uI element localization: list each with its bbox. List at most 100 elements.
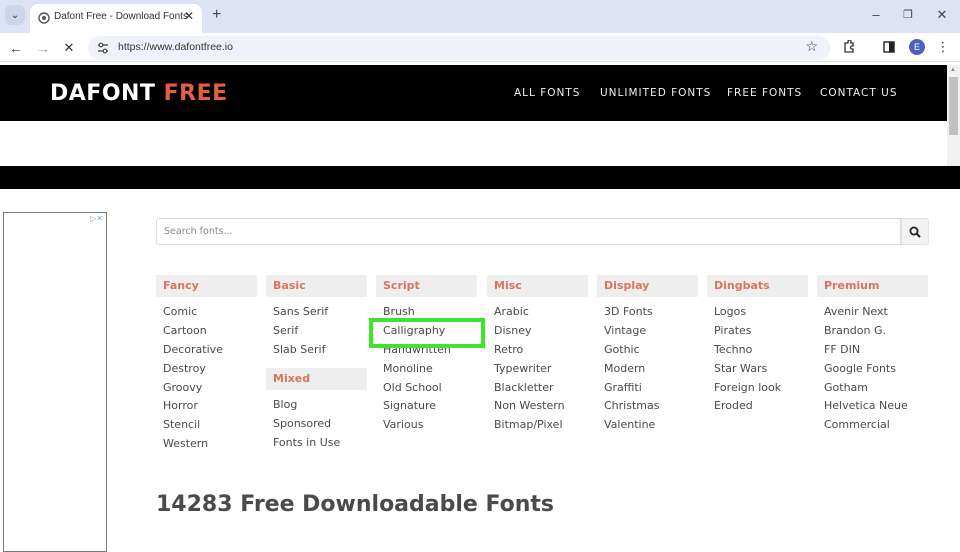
category-link[interactable]: Vintage (604, 322, 698, 341)
profile-avatar[interactable]: E (909, 39, 925, 55)
stop-loading-button[interactable]: ✕ (59, 38, 79, 58)
category-link[interactable]: Bitmap/Pixel (494, 416, 588, 435)
page-scrollbar[interactable]: ▲ (947, 65, 960, 166)
category-link[interactable]: Valentine (604, 416, 698, 435)
category-header[interactable]: Display (597, 275, 698, 297)
category-premium: Premium Avenir Next Brandon G. FF DIN Go… (817, 275, 928, 435)
globe-icon (38, 12, 50, 24)
category-link[interactable]: Christmas (604, 397, 698, 416)
category-link[interactable]: Brandon G. (824, 322, 928, 341)
category-link[interactable]: Star Wars (714, 360, 808, 379)
category-link[interactable]: Avenir Next (824, 303, 928, 322)
category-link[interactable]: Cartoon (163, 322, 257, 341)
category-header[interactable]: Script (376, 275, 477, 297)
search-button[interactable] (901, 218, 929, 245)
category-link[interactable]: Monoline (383, 360, 477, 379)
category-link[interactable]: Western (163, 435, 257, 454)
bookmark-star-icon[interactable]: ☆ (805, 38, 818, 55)
category-link[interactable]: Foreign look (714, 379, 808, 398)
url-text[interactable]: https://www.dafontfree.io (118, 41, 233, 53)
browser-toolbar: ← → ✕ https://www.dafontfree.io ☆ ⋮ (0, 33, 960, 62)
ad-banner-strip (0, 166, 960, 189)
category-link[interactable]: Blackletter (494, 379, 588, 398)
tab-close-icon[interactable]: ✕ (182, 9, 196, 23)
category-link[interactable]: Blog (273, 396, 367, 415)
category-link[interactable]: Modern (604, 360, 698, 379)
category-mixed: Mixed Blog Sponsored Fonts in Use (266, 368, 367, 453)
category-fancy: Fancy Comic Cartoon Decorative Destroy G… (156, 275, 257, 454)
category-link[interactable]: Sans Serif (273, 303, 367, 322)
category-link[interactable]: Arabic (494, 303, 588, 322)
page-heading: 14283 Free Downloadable Fonts (156, 492, 555, 517)
nav-free-fonts[interactable]: FREE FONTS (727, 87, 802, 99)
category-link[interactable]: Groovy (163, 379, 257, 398)
category-link[interactable]: Horror (163, 397, 257, 416)
search-input[interactable] (156, 218, 901, 245)
category-link[interactable]: Signature (383, 397, 477, 416)
search-icon (909, 226, 921, 238)
category-link[interactable]: Helvetica Neue (824, 397, 928, 416)
category-link[interactable]: Fonts in Use (273, 434, 367, 453)
category-header[interactable]: Premium (817, 275, 928, 297)
category-header[interactable]: Fancy (156, 275, 257, 297)
category-link[interactable]: Destroy (163, 360, 257, 379)
site-logo[interactable]: DAFONT FREE (50, 81, 228, 106)
category-link[interactable]: Non Western (494, 397, 588, 416)
chevron-down-icon: ⌄ (10, 9, 20, 21)
forward-button[interactable]: → (33, 38, 53, 58)
nav-all-fonts[interactable]: ALL FONTS (514, 87, 580, 99)
category-link[interactable]: Google Fonts (824, 360, 928, 379)
site-info-icon[interactable] (96, 41, 110, 55)
category-link[interactable]: Disney (494, 322, 588, 341)
category-header[interactable]: Dingbats (707, 275, 808, 297)
category-link[interactable]: Typewriter (494, 360, 588, 379)
scrollbar-thumb[interactable] (949, 77, 958, 135)
category-link[interactable]: Brush (383, 303, 477, 322)
category-display: Display 3D Fonts Vintage Gothic Modern G… (597, 275, 698, 435)
category-link[interactable]: Various (383, 416, 477, 435)
category-link[interactable]: Pirates (714, 322, 808, 341)
category-link[interactable]: Handwritten (383, 341, 477, 360)
new-tab-button[interactable]: + (212, 6, 221, 24)
category-basic: Basic Sans Serif Serif Slab Serif (266, 275, 367, 360)
category-link[interactable]: Graffiti (604, 379, 698, 398)
address-bar[interactable]: https://www.dafontfree.io ☆ (88, 36, 830, 60)
category-link[interactable]: 3D Fonts (604, 303, 698, 322)
category-link[interactable]: FF DIN (824, 341, 928, 360)
nav-contact-us[interactable]: CONTACT US (820, 87, 897, 99)
font-search (156, 218, 929, 245)
more-menu-icon[interactable]: ⋮ (934, 38, 952, 56)
category-link[interactable]: Serif (273, 322, 367, 341)
category-dingbats: Dingbats Logos Pirates Techno Star Wars … (707, 275, 808, 416)
category-link[interactable]: Sponsored (273, 415, 367, 434)
category-link[interactable]: Commercial (824, 416, 928, 435)
category-link[interactable]: Logos (714, 303, 808, 322)
category-link-calligraphy[interactable]: Calligraphy (383, 322, 477, 341)
category-link[interactable]: Eroded (714, 397, 808, 416)
category-link[interactable]: Techno (714, 341, 808, 360)
side-panel-icon[interactable] (880, 38, 898, 56)
category-link[interactable]: Slab Serif (273, 341, 367, 360)
category-link[interactable]: Gotham (824, 379, 928, 398)
category-link[interactable]: Stencil (163, 416, 257, 435)
category-link[interactable]: Retro (494, 341, 588, 360)
extensions-icon[interactable] (840, 38, 858, 56)
category-link[interactable]: Gothic (604, 341, 698, 360)
sidebar-ad[interactable]: ▷✕ (3, 212, 107, 552)
tab-search-button[interactable]: ⌄ (5, 5, 25, 25)
logo-main-text: DAFONT (50, 81, 156, 106)
scroll-up-arrow-icon[interactable]: ▲ (950, 67, 956, 73)
ad-choices-icon[interactable]: ▷✕ (90, 214, 103, 223)
category-header[interactable]: Misc (487, 275, 588, 297)
category-link[interactable]: Decorative (163, 341, 257, 360)
browser-tab-active[interactable]: Dafont Free - Download Fonts ✕ (30, 4, 202, 33)
minimize-button[interactable]: – (866, 6, 886, 24)
category-header[interactable]: Basic (266, 275, 367, 297)
category-header[interactable]: Mixed (266, 368, 367, 390)
window-close-button[interactable]: ✕ (932, 6, 952, 24)
back-button[interactable]: ← (6, 38, 26, 58)
nav-unlimited-fonts[interactable]: UNLIMITED FONTS (600, 87, 711, 99)
restore-button[interactable]: ❐ (898, 6, 918, 24)
category-link[interactable]: Comic (163, 303, 257, 322)
category-link[interactable]: Old School (383, 379, 477, 398)
